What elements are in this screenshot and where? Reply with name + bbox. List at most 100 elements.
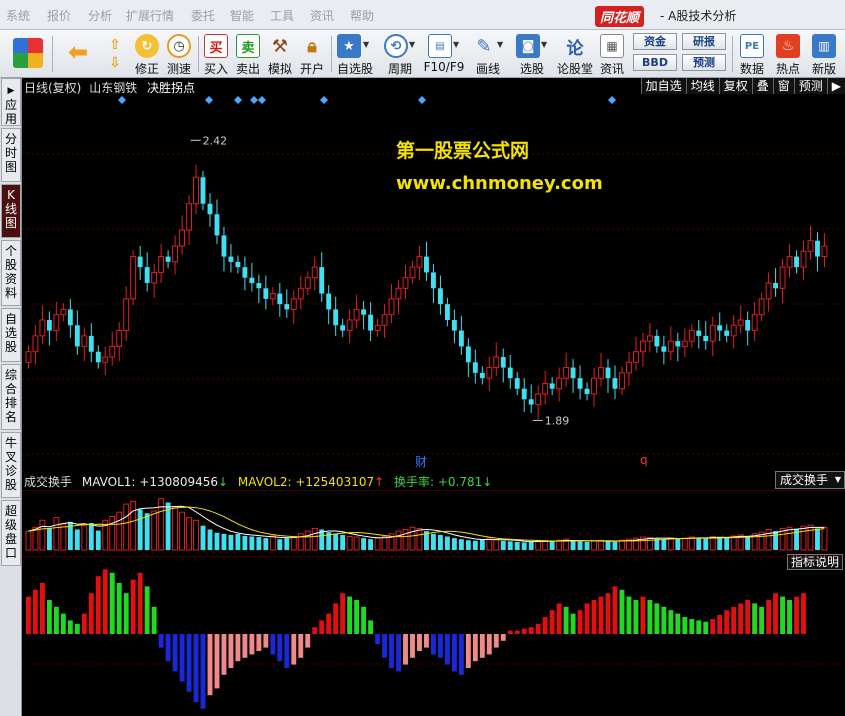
volume-bar xyxy=(395,530,402,551)
candle-body xyxy=(584,388,590,394)
indicator-bar xyxy=(654,603,660,634)
volume-bar xyxy=(605,541,611,550)
overlay-button[interactable]: 叠 xyxy=(751,78,773,94)
volume-bar xyxy=(556,539,563,551)
tab-stock-diagnosis[interactable]: 牛叉诊股 xyxy=(1,432,21,498)
expand-arrow-icon[interactable]: ▶ xyxy=(826,78,845,94)
candle-body xyxy=(353,308,360,321)
toolbar-stock-select-button[interactable]: ◙ ▼ 选股 xyxy=(512,30,552,78)
toolbar-f10-button[interactable]: ▤ ▼ F10/F9 xyxy=(424,30,464,78)
volume-bar xyxy=(311,527,318,551)
candle-body xyxy=(675,341,681,347)
adjust-button[interactable]: 复权 xyxy=(718,78,752,94)
indicator-bar xyxy=(417,634,422,651)
menu-help[interactable]: 帮助 xyxy=(350,7,374,24)
toolbar-hot-button[interactable]: ♨ 热点 xyxy=(773,30,803,78)
forecast-chart-button[interactable]: 预测 xyxy=(793,78,827,94)
chart-area[interactable]: 日线(复权) 山东钢铁 决胜拐点 加自选 均线 复权 叠 窗 预测 ▶ 2.42… xyxy=(22,78,845,716)
tab-intraday[interactable]: 分时图 xyxy=(1,128,21,182)
toolbar-separator xyxy=(52,36,53,72)
volume-indicator-dropdown[interactable]: 成交换手 ▼ xyxy=(775,471,845,489)
candle-body xyxy=(437,288,443,305)
tab-apps-arrow-icon: ▶ xyxy=(7,86,15,96)
candle-body xyxy=(646,335,653,342)
toolbar-back-button[interactable]: ⬅ xyxy=(58,30,98,78)
toolbar-buy-button[interactable]: 买 买入 xyxy=(201,30,231,78)
tab-super-level2[interactable]: 超级盘口 xyxy=(1,500,21,566)
menu-extended-quotes[interactable]: 扩展行情 xyxy=(126,7,174,24)
candle-body xyxy=(200,177,206,204)
candle-body xyxy=(619,372,625,390)
moving-average-button[interactable]: 均线 xyxy=(685,78,719,94)
menu-analysis[interactable]: 分析 xyxy=(88,7,112,24)
menu-news[interactable]: 资讯 xyxy=(310,7,334,24)
volume-bar xyxy=(549,541,555,550)
volume-chart[interactable] xyxy=(22,490,845,552)
candle-body xyxy=(514,378,520,389)
tab-ranking[interactable]: 综合排名 xyxy=(1,364,21,430)
indicator-bar xyxy=(493,634,499,648)
indicator-bar xyxy=(521,628,527,634)
toolbar-open-account-button[interactable]: 🔒︎ 开户 xyxy=(297,30,327,78)
candle-body xyxy=(242,267,248,278)
tab-stock-profile[interactable]: 个股资料 xyxy=(1,240,21,306)
volume-bar xyxy=(228,534,234,550)
stock-select-dropdown-icon[interactable]: ▼ xyxy=(541,40,547,49)
add-watchlist-button[interactable]: 加自选 xyxy=(640,78,686,94)
financial-report-marker[interactable]: 财 xyxy=(415,453,427,470)
tab-apps[interactable]: ▶ 应用 xyxy=(1,78,21,126)
candle-body xyxy=(724,330,730,336)
research-report-button[interactable]: 研报 xyxy=(682,33,726,50)
candle-body xyxy=(794,256,799,268)
candle-body xyxy=(632,351,639,363)
indicator-chart[interactable] xyxy=(22,556,845,716)
star-icon: ★ xyxy=(337,34,361,58)
menu-quote[interactable]: 报价 xyxy=(47,7,71,24)
bbd-button[interactable]: BBD xyxy=(633,54,677,71)
indicator-bar xyxy=(361,606,367,634)
tab-watchlist[interactable]: 自选股 xyxy=(1,308,21,362)
f10-dropdown-icon[interactable]: ▼ xyxy=(453,40,459,49)
quarter-marker[interactable]: q xyxy=(640,453,648,467)
toolbar-news-button[interactable]: ▦ 资讯 xyxy=(597,30,627,78)
volume-bar xyxy=(507,541,513,550)
indicator-bar xyxy=(451,634,457,672)
tab-kline[interactable]: K线图 xyxy=(1,184,21,238)
candle-body xyxy=(284,304,290,310)
volume-bar xyxy=(646,537,653,551)
volume-bar xyxy=(703,538,709,550)
candle-body xyxy=(130,256,137,300)
toolbar-discussion-button[interactable]: 论 论股堂 xyxy=(557,30,593,78)
indicator-bar xyxy=(165,634,171,662)
toolbar-grid-button[interactable] xyxy=(8,30,48,78)
indicator-bar xyxy=(305,634,311,648)
candle-body xyxy=(444,304,450,320)
indicator-bar xyxy=(703,621,709,634)
menu-order[interactable]: 委托 xyxy=(191,7,215,24)
toolbar-speed-test-button[interactable]: ◷ 测速 xyxy=(164,30,194,78)
cycle-dropdown-icon[interactable]: ▼ xyxy=(409,40,415,49)
toolbar-updown-button[interactable]: ⇧ ⇩ xyxy=(102,30,128,78)
forecast-button[interactable]: 预测 xyxy=(682,54,726,71)
toolbar-data-button[interactable]: PE 数据 xyxy=(737,30,767,78)
indicator-bar xyxy=(214,634,220,689)
fund-button[interactable]: 资金 xyxy=(633,33,677,50)
toolbar-new-version-button[interactable]: ▥ 新版 xyxy=(809,30,839,78)
toolbar-watchlist-button[interactable]: ★ ▼ 自选股 xyxy=(334,30,376,78)
menu-smart[interactable]: 智能 xyxy=(230,7,254,24)
candle-body xyxy=(815,240,820,257)
menu-tools[interactable]: 工具 xyxy=(270,7,294,24)
candle-body xyxy=(388,298,395,316)
toolbar-draw-line-button[interactable]: ✎ ▼ 画线 xyxy=(468,30,508,78)
toolbar-sell-button[interactable]: 卖 卖出 xyxy=(233,30,263,78)
watchlist-dropdown-icon[interactable]: ▼ xyxy=(363,40,369,49)
toolbar-cycle-button[interactable]: ⟲ ▼ 周期 xyxy=(380,30,420,78)
indicator-bar xyxy=(738,603,744,634)
volume-bar xyxy=(60,523,67,551)
toolbar-fix-button[interactable]: ↻ 修正 xyxy=(132,30,162,78)
watchlist-label: 自选股 xyxy=(336,62,373,76)
draw-line-dropdown-icon[interactable]: ▼ xyxy=(497,40,503,49)
toolbar-simulate-button[interactable]: ⚒ 模拟 xyxy=(265,30,295,78)
window-button[interactable]: 窗 xyxy=(772,78,794,94)
menu-system[interactable]: 系统 xyxy=(6,7,30,24)
